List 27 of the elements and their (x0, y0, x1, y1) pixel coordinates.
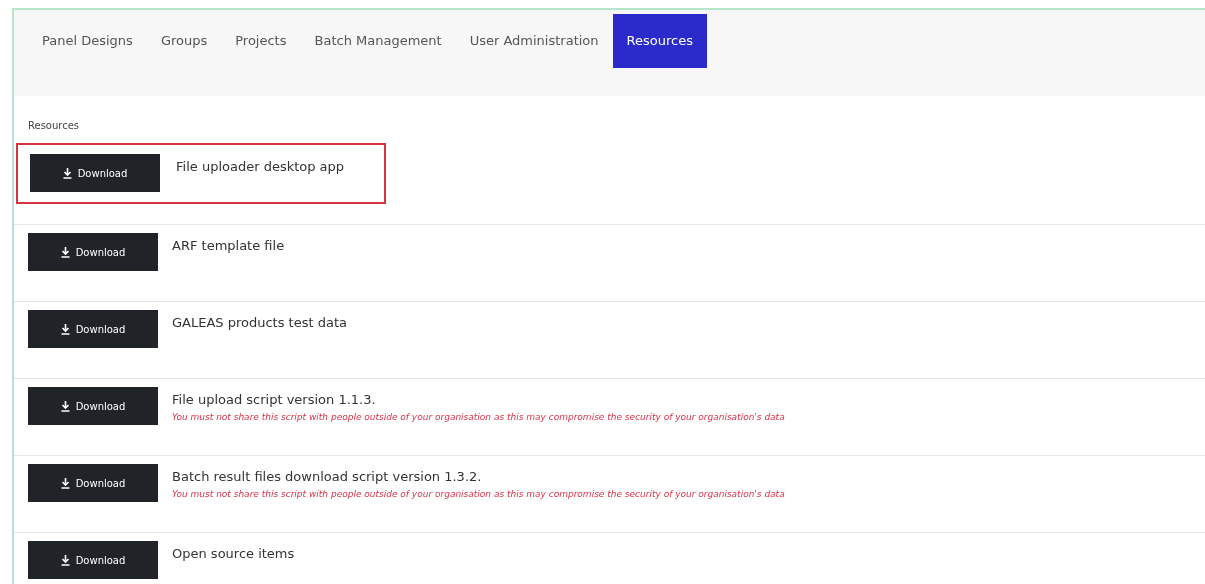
nav-tab[interactable]: Batch Management (300, 14, 456, 68)
download-icon (60, 323, 70, 335)
nav-tab[interactable]: User Administration (455, 14, 613, 68)
download-icon (60, 477, 70, 489)
download-button[interactable]: Download (28, 541, 158, 579)
warning-text: You must not share this script with people outside of your organisation as this may compromise the security of your organisation's data (172, 411, 785, 424)
download-button[interactable]: Download (30, 154, 160, 192)
download-button[interactable]: Download (28, 464, 158, 502)
download-icon (60, 400, 70, 412)
resource-title: GALEAS products test data (172, 315, 347, 330)
section-title: Resources (27, 119, 81, 133)
resource-title: Open source items (172, 546, 295, 561)
nav-tab[interactable]: Panel Designs (28, 14, 147, 68)
nav-tab[interactable]: Projects (221, 14, 301, 68)
download-button[interactable]: Download (28, 310, 158, 348)
download-icon (62, 167, 72, 179)
download-icon (60, 246, 70, 258)
download-button[interactable]: Download (28, 387, 158, 425)
nav-tab[interactable]: Resources (612, 14, 707, 68)
download-button[interactable]: Download (28, 233, 158, 271)
resource-title: ARF template file (172, 238, 285, 253)
resource-title: File uploader desktop app (176, 159, 345, 174)
warning-text: You must not share this script with people outside of your organisation as this may compromise the security of your organisation's data (172, 488, 785, 501)
resource-title: Batch result files download script version 1.3.2. (172, 469, 482, 484)
nav-tab[interactable]: Groups (146, 14, 222, 68)
download-icon (60, 554, 70, 566)
resource-title: File upload script version 1.1.3. (172, 392, 376, 407)
